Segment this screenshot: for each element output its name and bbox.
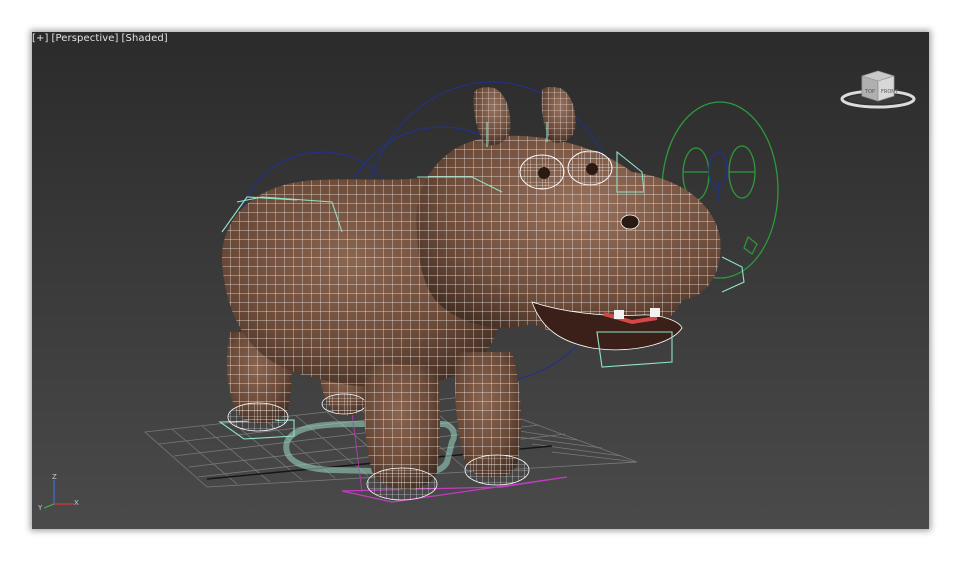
axis-x-label: X [74,499,79,507]
axis-y-label: Y [37,504,43,512]
axis-tripod: Z X Y [37,473,79,512]
viewcube-front-face[interactable]: FRONT [881,89,899,95]
hind-foot-right[interactable] [321,393,367,415]
viewcube-widget[interactable]: TOP FRONT [838,66,918,112]
front-foot-left[interactable] [366,467,438,501]
front-foot-right[interactable] [464,454,530,486]
perspective-viewport[interactable]: [+] [Perspective] [Shaded] TOP FRONT Z X… [32,32,929,529]
app-frame: [+] [Perspective] [Shaded] TOP FRONT Z X… [0,0,961,561]
hind-foot-left[interactable] [227,402,289,432]
nostril [620,214,640,230]
axis-z-label: Z [52,473,57,481]
scene-canvas[interactable] [32,32,929,529]
viewcube-top-face[interactable]: TOP [864,89,875,95]
hippo-model[interactable] [221,86,721,501]
